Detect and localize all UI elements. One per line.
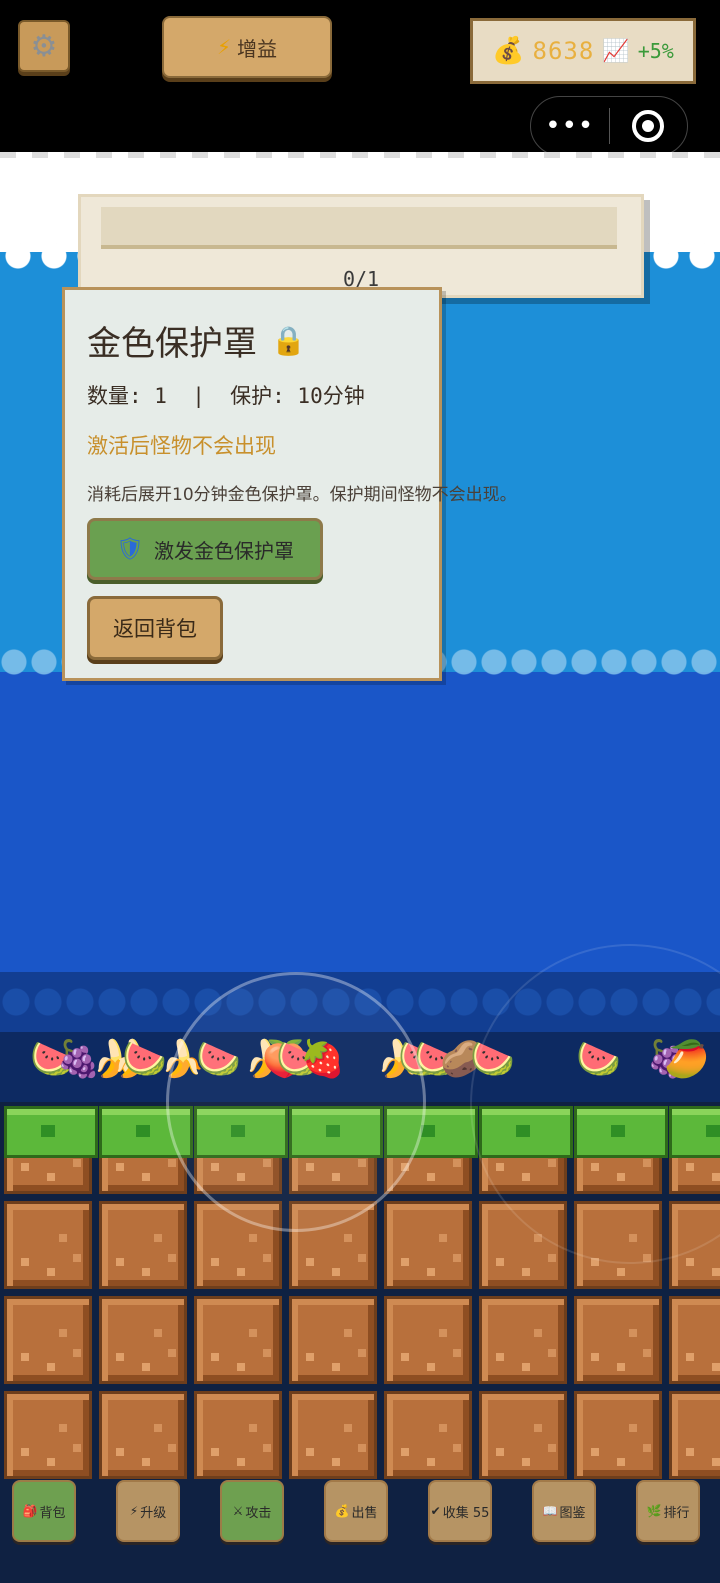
money-bag-icon: 💰 <box>334 1504 350 1518</box>
toolbar-button-0[interactable]: 🎒 背包 <box>12 1480 76 1542</box>
income-rate: +5% <box>637 39 674 63</box>
dirt-tile <box>4 1296 92 1384</box>
toolbar-label: 攻击 <box>245 1505 272 1521</box>
toolbar-button-5[interactable]: 📖 图鉴 <box>532 1480 596 1542</box>
toolbar-label: 图鉴 <box>559 1505 586 1521</box>
dirt-tile <box>194 1391 282 1479</box>
dirt-tile <box>289 1296 377 1384</box>
item-description: 消耗后展开10分钟金色保护罩。保护期间怪物不会出现。 <box>87 485 517 505</box>
dirt-tile <box>669 1391 720 1479</box>
leaf-icon: 🌿 <box>646 1504 662 1518</box>
shield-icon: 🛡 <box>116 536 144 562</box>
miniprogram-capsule: ••• <box>530 96 688 156</box>
item-name: 金色保护罩 <box>87 324 257 364</box>
settings-button[interactable]: ⚙ <box>18 20 70 72</box>
virtual-joystick[interactable] <box>166 972 426 1232</box>
gear-icon: ⚙ <box>30 28 58 64</box>
money-bag-icon: 💰 <box>492 36 525 66</box>
check-icon: ✔ <box>430 1504 441 1518</box>
dirt-tile <box>4 1201 92 1289</box>
quest-bar <box>101 207 617 249</box>
toolbar-button-6[interactable]: 🌿 排行 <box>636 1480 700 1542</box>
top-bar: ⚙ ⚡ 增益 💰 8638 📈 +5% ••• <box>0 0 720 156</box>
item-effect: 激活后怪物不会出现 <box>87 434 276 458</box>
dirt-tile <box>99 1296 187 1384</box>
toolbar-label: 排行 <box>663 1505 690 1521</box>
lock-icon: 🔒 <box>271 324 306 357</box>
close-miniprogram-button[interactable] <box>610 110 688 142</box>
activate-shield-button[interactable]: 🛡 激发金色保护罩 <box>87 518 323 580</box>
dirt-tile <box>99 1391 187 1479</box>
toolbar-button-2[interactable]: ⚔ 攻击 <box>220 1480 284 1542</box>
dirt-tile <box>574 1391 662 1479</box>
item-detail-modal: 金色保护罩 🔒 数量: 1 | 保护: 10分钟 激活后怪物不会出现 消耗后展开… <box>62 287 517 681</box>
toolbar-label: 收集 55 <box>442 1505 490 1521</box>
toolbar-label: 背包 <box>39 1505 66 1521</box>
dirt-tile <box>479 1296 567 1384</box>
grass-tile <box>4 1106 98 1194</box>
more-menu-button[interactable]: ••• <box>531 111 609 141</box>
dirt-tile <box>669 1296 720 1384</box>
dirt-tile <box>479 1391 567 1479</box>
chart-up-icon: 📈 <box>602 38 630 64</box>
dirt-tile <box>289 1391 377 1479</box>
toolbar-button-1[interactable]: ⚡ 升级 <box>116 1480 180 1542</box>
item-meta: 数量: 1 | 保护: 10分钟 <box>87 384 365 408</box>
toolbar-button-3[interactable]: 💰 出售 <box>324 1480 388 1542</box>
dirt-tile <box>4 1391 92 1479</box>
swords-icon: ⚔ <box>232 1504 244 1518</box>
sky-edge <box>0 152 720 158</box>
dirt-tile <box>384 1201 472 1289</box>
gold-amount: 8638 <box>532 37 595 65</box>
toolbar-label: 升级 <box>140 1505 167 1521</box>
toolbar-label: 出售 <box>351 1505 378 1521</box>
dirt-tile <box>384 1296 472 1384</box>
gold-counter: 💰 8638 📈 +5% <box>470 18 696 84</box>
dirt-tile <box>384 1391 472 1479</box>
boost-label: 增益 <box>237 36 278 61</box>
dirt-tile <box>194 1296 282 1384</box>
item-title: 金色保护罩 🔒 <box>87 316 306 365</box>
back-to-bag-button[interactable]: 返回背包 <box>87 596 223 660</box>
target-icon <box>632 110 665 142</box>
book-icon: 📖 <box>542 1504 558 1518</box>
dirt-tile <box>574 1296 662 1384</box>
lightning-icon: ⚡ <box>216 35 232 59</box>
quest-panel: 0/1 <box>78 194 644 298</box>
lightning-icon: ⚡ <box>129 1504 139 1518</box>
boost-button[interactable]: ⚡ 增益 <box>162 16 332 78</box>
backpack-icon: 🎒 <box>22 1504 38 1518</box>
activate-label: 激发金色保护罩 <box>153 538 294 563</box>
toolbar-button-4[interactable]: ✔ 收集 55 <box>428 1480 492 1542</box>
dirt-tile <box>99 1201 187 1289</box>
